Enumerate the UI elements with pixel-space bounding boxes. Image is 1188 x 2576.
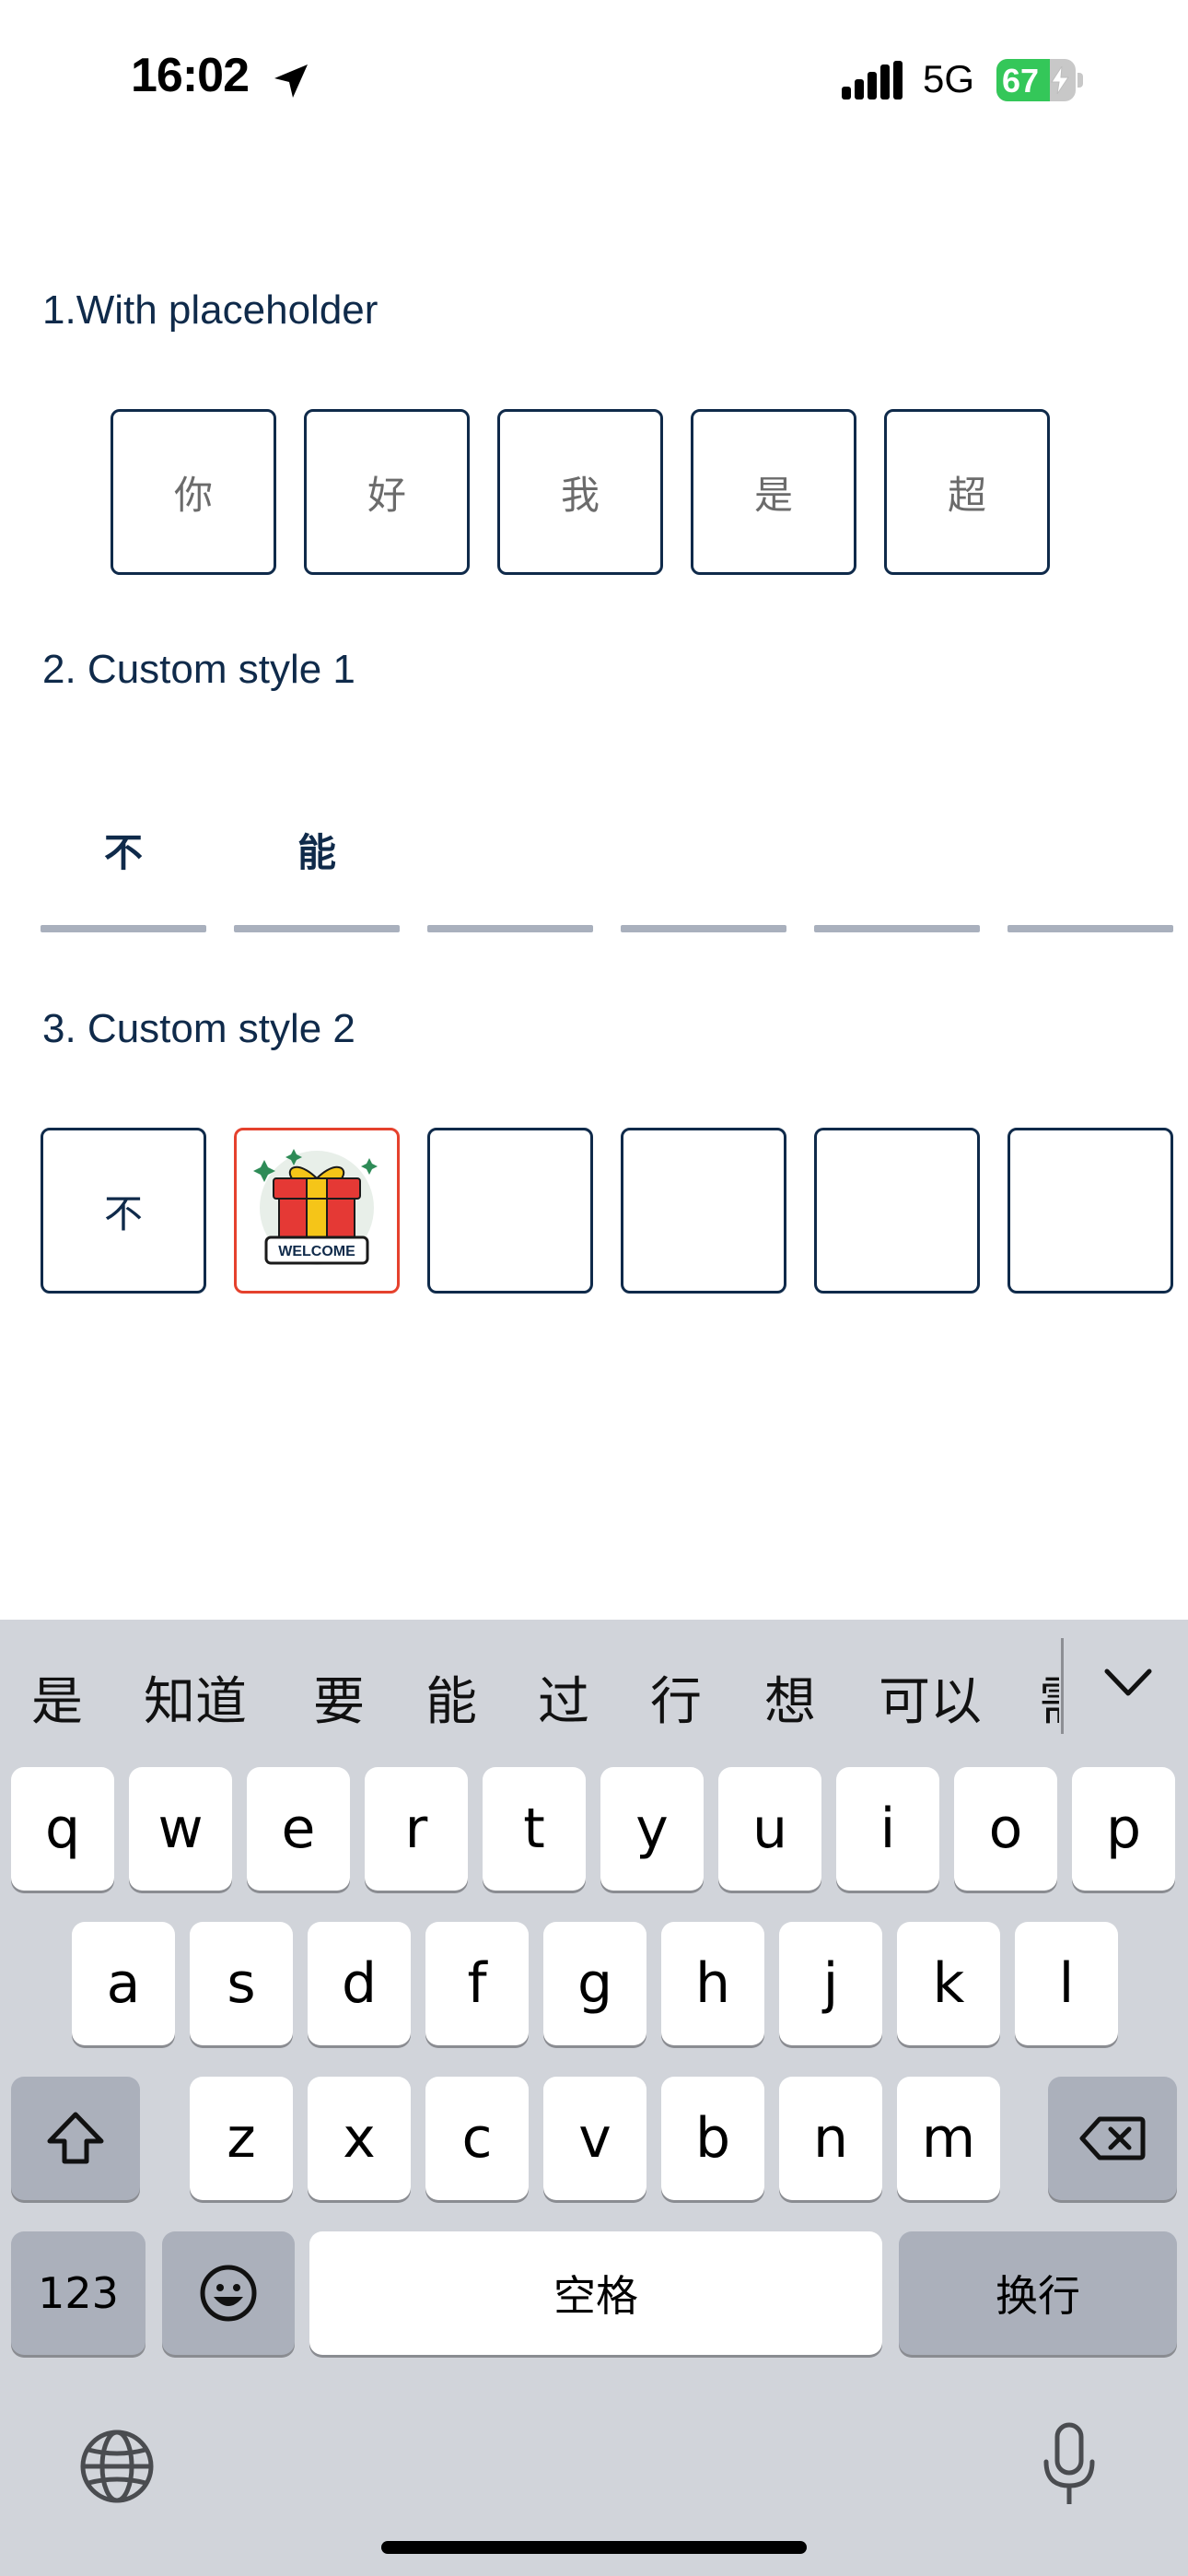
- candidate-3[interactable]: 要: [313, 1660, 365, 1735]
- gift-icon: WELCOME: [253, 1149, 378, 1265]
- placeholder-text: 你: [173, 473, 213, 517]
- key-z[interactable]: z: [190, 2077, 293, 2200]
- candidate-divider: [1061, 1638, 1064, 1734]
- key-c[interactable]: c: [425, 2077, 529, 2200]
- candidate-2[interactable]: 知道: [144, 1660, 247, 1735]
- key-a[interactable]: a: [72, 1922, 175, 2045]
- mic-icon[interactable]: [1039, 2421, 1100, 2510]
- underline: [814, 925, 980, 932]
- emoji-icon: [200, 2265, 257, 2322]
- placeholder-text: 超: [947, 473, 986, 517]
- return-key[interactable]: 换行: [899, 2231, 1177, 2355]
- status-time: 16:02: [131, 49, 250, 102]
- styled-box-5[interactable]: [814, 1128, 980, 1294]
- chevron-down-icon[interactable]: [1103, 1666, 1153, 1699]
- key-y[interactable]: y: [600, 1767, 704, 1891]
- battery-level: 67: [1002, 62, 1040, 100]
- candidate-8[interactable]: 可以: [879, 1660, 982, 1735]
- underline: [234, 925, 400, 932]
- key-o[interactable]: o: [954, 1767, 1057, 1891]
- key-f[interactable]: f: [425, 1922, 529, 2045]
- underline-cell-5[interactable]: [814, 794, 980, 905]
- globe-icon[interactable]: [79, 2429, 155, 2504]
- key-h[interactable]: h: [661, 1922, 764, 2045]
- backspace-key[interactable]: [1048, 2077, 1177, 2200]
- code-box-5[interactable]: 超: [884, 409, 1050, 575]
- box-value: 不: [103, 1191, 143, 1235]
- candidate-1[interactable]: 是: [31, 1660, 83, 1735]
- key-v[interactable]: v: [543, 2077, 646, 2200]
- section-3-title: 3. Custom style 2: [42, 1006, 355, 1051]
- key-x[interactable]: x: [308, 2077, 411, 2200]
- network-type: 5G: [923, 57, 975, 100]
- key-e[interactable]: e: [247, 1767, 350, 1891]
- key-m[interactable]: m: [897, 2077, 1000, 2200]
- key-n[interactable]: n: [779, 2077, 882, 2200]
- key-l[interactable]: l: [1015, 1922, 1118, 2045]
- key-q[interactable]: q: [11, 1767, 114, 1891]
- space-key[interactable]: 空格: [309, 2231, 882, 2355]
- key-s[interactable]: s: [190, 1922, 293, 2045]
- styled-box-3[interactable]: [427, 1128, 593, 1294]
- key-b[interactable]: b: [661, 2077, 764, 2200]
- location-arrow-icon: [274, 64, 308, 98]
- code-box-3[interactable]: 我: [497, 409, 663, 575]
- underline: [1007, 925, 1173, 932]
- candidate-7[interactable]: 想: [764, 1660, 816, 1735]
- underline-cell-1[interactable]: 不: [41, 794, 206, 905]
- key-i[interactable]: i: [836, 1767, 939, 1891]
- key-g[interactable]: g: [543, 1922, 646, 2045]
- shift-key[interactable]: [11, 2077, 140, 2200]
- candidate-4[interactable]: 能: [425, 1660, 477, 1735]
- section-1-title: 1.With placeholder: [42, 287, 379, 333]
- candidate-9[interactable]: 需: [1039, 1660, 1059, 1735]
- candidate-5[interactable]: 过: [538, 1660, 589, 1735]
- shift-icon: [47, 2112, 104, 2164]
- charging-bolt-icon: [1051, 66, 1069, 94]
- key-w[interactable]: w: [129, 1767, 232, 1891]
- key-t[interactable]: t: [483, 1767, 586, 1891]
- underline: [621, 925, 786, 932]
- battery-icon: 67: [996, 59, 1085, 101]
- underline-cell-3[interactable]: [427, 794, 593, 905]
- key-p[interactable]: p: [1072, 1767, 1175, 1891]
- underline-cell-2[interactable]: 能: [234, 794, 400, 905]
- placeholder-text: 是: [753, 473, 793, 517]
- backspace-icon: [1079, 2116, 1146, 2160]
- code-box-2[interactable]: 好: [304, 409, 470, 575]
- home-indicator: [381, 2541, 807, 2554]
- placeholder-text: 我: [560, 473, 600, 517]
- styled-box-1[interactable]: 不: [41, 1128, 206, 1294]
- key-j[interactable]: j: [779, 1922, 882, 2045]
- numbers-key[interactable]: 123: [11, 2231, 146, 2355]
- underline-cell-4[interactable]: [621, 794, 786, 905]
- emoji-key[interactable]: [162, 2231, 295, 2355]
- styled-box-4[interactable]: [621, 1128, 786, 1294]
- section-2-title: 2. Custom style 1: [42, 647, 355, 692]
- code-box-4[interactable]: 是: [691, 409, 856, 575]
- styled-box-6[interactable]: [1007, 1128, 1173, 1294]
- underline-cell-6[interactable]: [1007, 794, 1173, 905]
- underline: [41, 925, 206, 932]
- key-r[interactable]: r: [365, 1767, 468, 1891]
- key-d[interactable]: d: [308, 1922, 411, 2045]
- key-u[interactable]: u: [718, 1767, 821, 1891]
- styled-box-2[interactable]: WELCOME: [234, 1128, 400, 1294]
- code-box-1[interactable]: 你: [111, 409, 276, 575]
- signal-icon: [842, 61, 903, 100]
- welcome-badge-text: WELCOME: [278, 1244, 355, 1259]
- candidate-6[interactable]: 行: [650, 1660, 702, 1735]
- underline: [427, 925, 593, 932]
- key-k[interactable]: k: [897, 1922, 1000, 2045]
- placeholder-text: 好: [367, 473, 406, 517]
